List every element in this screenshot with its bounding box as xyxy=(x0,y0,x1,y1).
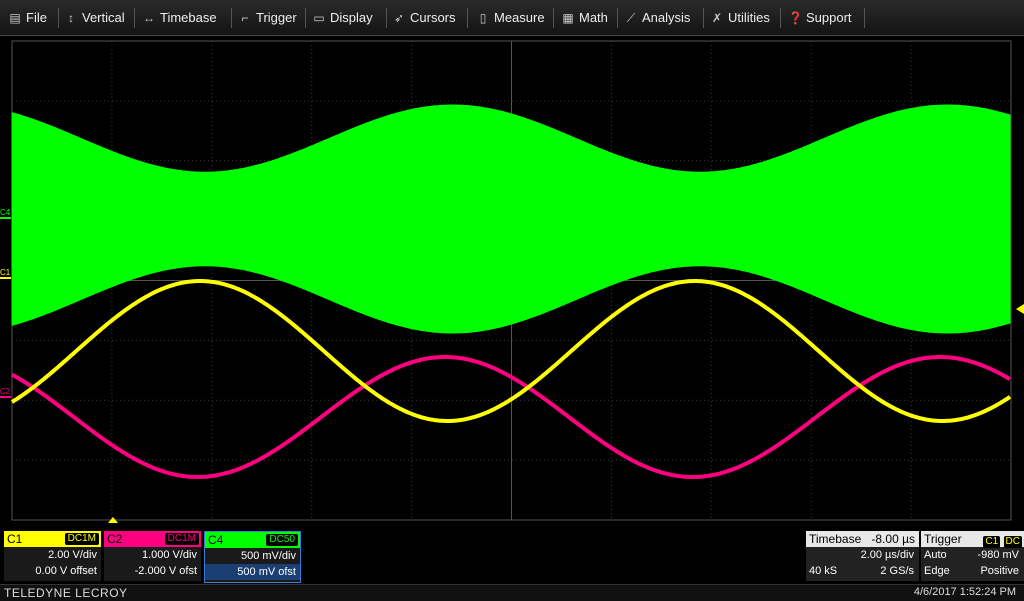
menu-separator xyxy=(864,8,865,28)
channel-c4-offset: 500 mV ofst xyxy=(205,564,300,580)
menu-measure[interactable]: ▯ Measure xyxy=(476,0,545,35)
channel-c2-header: C2 DC1M xyxy=(104,531,201,547)
menu-vertical[interactable]: ↕ Vertical xyxy=(64,0,125,35)
help-icon: ❓ xyxy=(788,11,803,25)
channel-c4-header: C4 DC50 xyxy=(205,532,300,548)
menu-vertical-label: Vertical xyxy=(82,10,125,25)
menu-support-label: Support xyxy=(806,10,852,25)
trace-c4 xyxy=(11,104,1011,334)
channel-c2-coupling: DC1M xyxy=(164,533,199,545)
menu-separator xyxy=(467,8,468,28)
channel-c1-name: C1 xyxy=(7,532,23,546)
trigger-row-2: Edge Positive xyxy=(921,563,1024,579)
trigger-level: -980 mV xyxy=(977,549,1019,561)
channel-c1-coupling: DC1M xyxy=(64,533,99,545)
waveform-grid: C4 C1 C2 xyxy=(0,40,1024,523)
channel-descriptor-c2[interactable]: C2 DC1M 1.000 V/div -2.000 V ofst xyxy=(104,531,201,581)
vertical-arrows-icon: ↕ xyxy=(68,11,74,25)
menu-math[interactable]: ▦ Math xyxy=(561,0,608,35)
date-time: 4/6/2017 1:52:24 PM xyxy=(913,586,1016,598)
menu-display-label: Display xyxy=(330,10,373,25)
menu-utilities[interactable]: ✗ Utilities xyxy=(710,0,770,35)
menu-utilities-label: Utilities xyxy=(728,10,770,25)
channel-c4-name: C4 xyxy=(208,533,224,547)
timebase-label: Timebase xyxy=(809,532,862,546)
channel-c2-offset: -2.000 V ofst xyxy=(134,565,197,577)
timebase-delay: -8.00 µs xyxy=(871,532,915,546)
channel-c4-coupling: DC50 xyxy=(266,534,298,546)
trigger-icon: ⌐ xyxy=(241,11,249,25)
chart-icon: ⟋ xyxy=(626,11,636,25)
timebase-header: Timebase -8.00 µs xyxy=(806,531,919,547)
menu-separator xyxy=(780,8,781,28)
menu-math-label: Math xyxy=(579,10,608,25)
menu-file-label: File xyxy=(26,10,47,25)
calculator-icon: ▦ xyxy=(562,11,574,25)
menu-measure-label: Measure xyxy=(494,10,545,25)
trigger-label: Trigger xyxy=(924,532,962,546)
menu-separator xyxy=(703,8,704,28)
menu-timebase[interactable]: ↔ Timebase xyxy=(142,0,217,35)
trigger-mode: Auto xyxy=(924,549,947,561)
brand-logo: TELEDYNE LECROY xyxy=(4,586,128,600)
channel-marker-c4[interactable]: C4 xyxy=(0,208,11,217)
wrench-icon: ✗ xyxy=(711,11,723,25)
menu-trigger[interactable]: ⌐ Trigger xyxy=(238,0,297,35)
menu-trigger-label: Trigger xyxy=(256,10,297,25)
channel-c1-header: C1 DC1M xyxy=(4,531,101,547)
menu-cursors[interactable]: ➶ Cursors xyxy=(392,0,456,35)
timebase-descriptor[interactable]: Timebase -8.00 µs 2.00 µs/div 40 kS 2 GS… xyxy=(806,531,919,581)
timebase-tdiv: 2.00 µs/div xyxy=(860,549,914,561)
display-icon: ▭ xyxy=(313,11,325,25)
trigger-type: Edge xyxy=(924,565,950,577)
timebase-samples: 40 kS xyxy=(809,565,838,577)
channel-c2-name: C2 xyxy=(107,532,123,546)
menu-separator xyxy=(386,8,387,28)
menu-separator xyxy=(134,8,135,28)
status-bar: TELEDYNE LECROY 4/6/2017 1:52:24 PM xyxy=(0,584,1024,601)
trigger-slope: Positive xyxy=(980,565,1019,577)
channel-c1-offset: 0.00 V offset xyxy=(35,565,97,577)
channel-marker-c2[interactable]: C2 xyxy=(0,387,11,396)
menu-support[interactable]: ❓ Support xyxy=(788,0,852,35)
timebase-row-1: 2.00 µs/div xyxy=(806,547,919,563)
save-icon: ▤ xyxy=(9,11,21,25)
menu-separator xyxy=(58,8,59,28)
trigger-header: Trigger C1 DC xyxy=(921,531,1024,548)
channel-c1-vdiv: 2.00 V/div xyxy=(48,549,97,561)
menu-analysis[interactable]: ⟋ Analysis xyxy=(624,0,691,35)
timebase-rate: 2 GS/s xyxy=(880,565,914,577)
timebase-row-2: 40 kS 2 GS/s xyxy=(806,563,919,579)
cursor-icon: ➶ xyxy=(393,11,405,25)
channel-descriptor-c1[interactable]: C1 DC1M 2.00 V/div 0.00 V offset xyxy=(4,531,101,581)
trigger-level-marker[interactable] xyxy=(1016,304,1024,314)
channel-descriptor-c4[interactable]: C4 DC50 500 mV/div 500 mV ofst xyxy=(204,531,301,583)
menu-timebase-label: Timebase xyxy=(160,10,217,25)
menu-file[interactable]: ▤ File xyxy=(8,0,47,35)
trigger-row-1: Auto -980 mV xyxy=(921,547,1024,563)
ruler-icon: ▯ xyxy=(479,11,487,25)
menu-separator xyxy=(617,8,618,28)
channel-c4-vdiv: 500 mV/div xyxy=(240,550,296,562)
menu-separator xyxy=(231,8,232,28)
horizontal-arrows-icon: ↔ xyxy=(143,11,155,25)
trigger-descriptor[interactable]: Trigger C1 DC Auto -980 mV Edge Positive xyxy=(921,531,1024,581)
menu-separator xyxy=(553,8,554,28)
menu-separator xyxy=(305,8,306,28)
channel-marker-c1[interactable]: C1 xyxy=(0,268,11,277)
channel-c2-vdiv: 1.000 V/div xyxy=(141,549,197,561)
menu-bar: ▤ File ↕ Vertical ↔ Timebase ⌐ Trigger ▭ Disp… xyxy=(0,0,1024,36)
waveform-display[interactable]: C4 C1 C2 xyxy=(0,37,1024,524)
menu-cursors-label: Cursors xyxy=(410,10,456,25)
menu-display[interactable]: ▭ Display xyxy=(312,0,373,35)
menu-analysis-label: Analysis xyxy=(642,10,691,25)
